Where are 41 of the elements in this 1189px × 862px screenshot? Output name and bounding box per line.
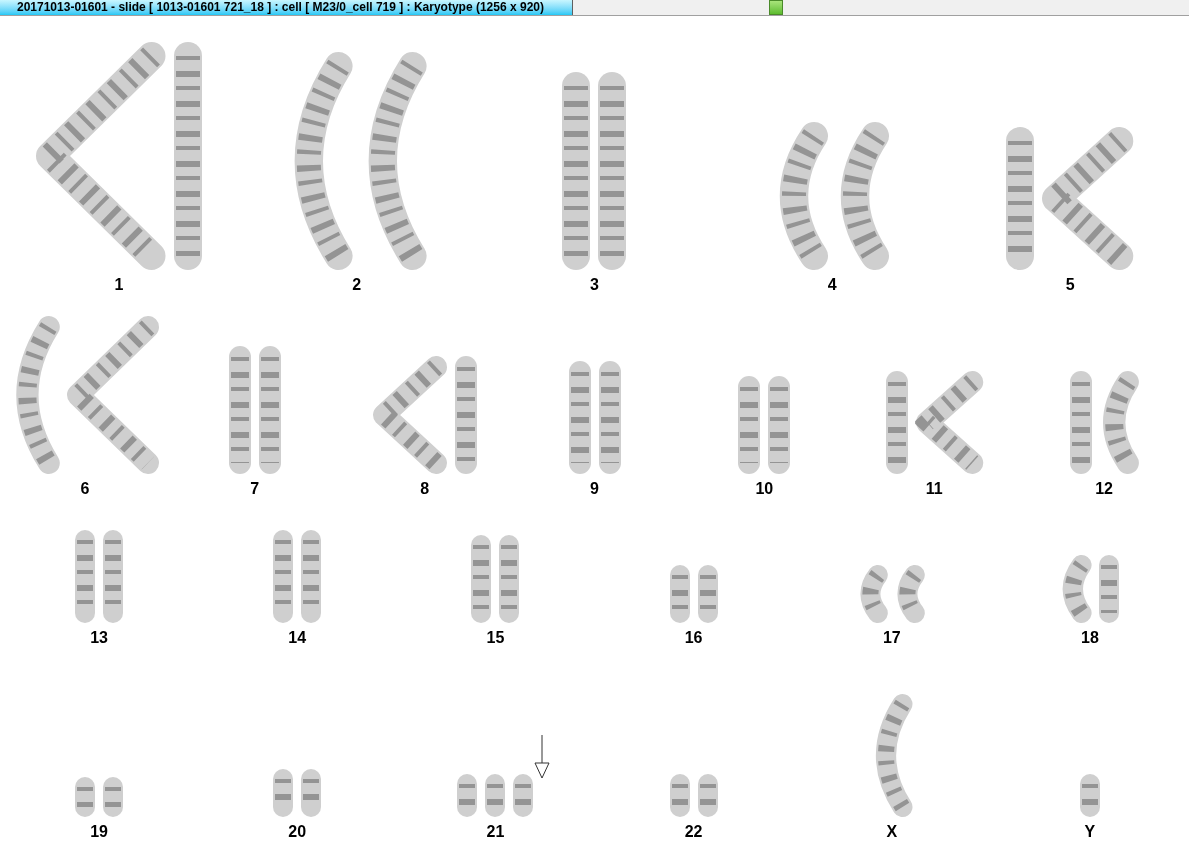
chromosome-drawing [696,773,719,818]
chromosome-number: 4 [827,275,837,295]
chromosome-number: 20 [288,822,307,842]
chromosome-drawing [456,773,479,818]
chromosome-drawing [1098,554,1121,624]
chromosome-number: 7 [250,479,260,499]
chromosome-number: X [886,822,898,842]
chromosome-number: 17 [882,628,901,648]
chromosome-drawing [1078,773,1101,818]
chromosome-number: 8 [420,479,430,499]
chromosome-number: 10 [755,479,774,499]
chromosome-drawing [484,773,507,818]
chromosome-number: 15 [486,628,505,648]
chromosome-drawing [857,564,889,624]
chromosome-number: Y [1084,822,1096,842]
chromosome-number: 6 [80,479,90,499]
chromosome-drawing [696,564,719,624]
chromosome-drawing [668,564,691,624]
chromosome-drawing [512,773,535,818]
chromosome-number: 5 [1065,275,1075,295]
chromosome-number: 9 [590,479,599,499]
chromosome-number: 13 [90,628,108,648]
chromosome-drawing [272,768,295,818]
window-title: 20171013-01601 - slide [ 1013-01601 721_18 ] : cell [ M23/0_cell 719 ] : Karyotype (1256 x 920) [0,0,573,15]
chromosome-number: 2 [352,275,362,295]
chromosome-number: 14 [288,628,307,648]
chromosome-number: 21 [486,822,505,842]
chromosome-drawing [300,768,323,818]
chromosome-number: 12 [1095,479,1113,499]
chromosome-drawing [74,776,97,818]
chromosome-number: 1 [114,275,124,295]
chromosome-number: 3 [590,275,599,295]
chromosome-number: 19 [90,822,108,842]
chromosome-drawing [894,564,926,624]
chromosome-drawing [668,773,691,818]
status-indicator [769,0,783,15]
chromosome-drawing [102,776,125,818]
chromosome-number: 22 [684,822,703,842]
chromosome-number: 16 [684,628,703,648]
chromosome-number: 11 [925,479,943,499]
chromosome-number: 18 [1081,628,1099,648]
